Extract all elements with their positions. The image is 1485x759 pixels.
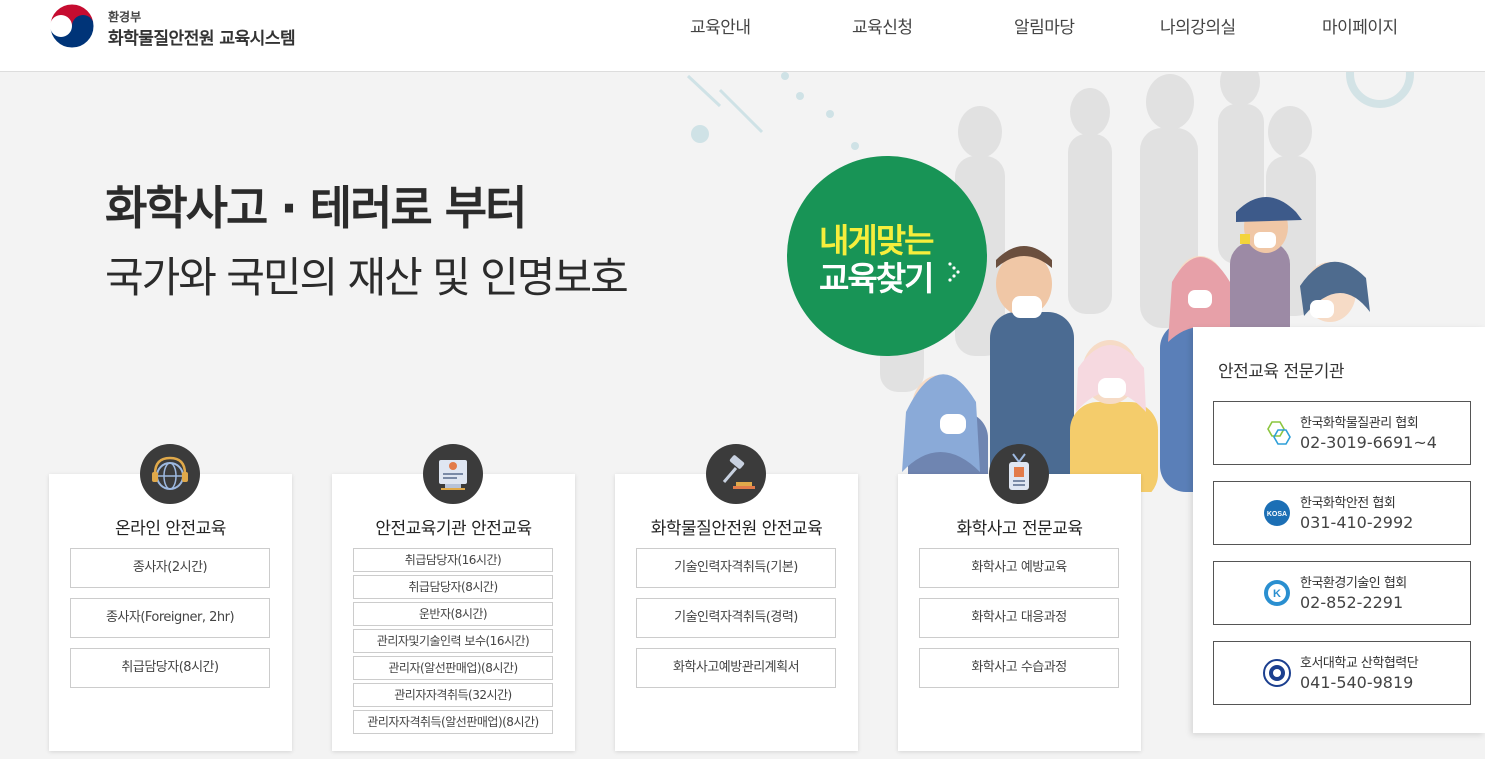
course-button[interactable]: 취급담당자(8시간) <box>353 575 553 599</box>
institution-phone: 041-540-9819 <box>1300 673 1414 692</box>
k-logo-icon: K <box>1262 578 1292 608</box>
course-button[interactable]: 관리자및기술인력 보수(16시간) <box>353 629 553 653</box>
card-institution-education: 안전교육기관 안전교육 취급담당자(16시간) 취급담당자(8시간) 운반자(8… <box>332 444 575 751</box>
find-button-line2: 교육찾기 <box>819 259 934 298</box>
course-button[interactable]: 관리자자격취득(알선판매업)(8시간) <box>353 710 553 734</box>
card-title: 온라인 안전교육 <box>115 519 226 539</box>
institution-link[interactable]: K 한국환경기술인 협회 02-852-2291 <box>1213 561 1471 625</box>
nav-notice[interactable]: 알림마당 <box>1014 13 1075 38</box>
card-title: 화학물질안전원 안전교육 <box>650 519 823 539</box>
institution-link[interactable]: 호서대학교 산학협력단 041-540-9819 <box>1213 641 1471 705</box>
course-button[interactable]: 취급담당자(16시간) <box>353 548 553 572</box>
institution-name: 호서대학교 산학협력단 <box>1300 656 1419 671</box>
card-nics-education: 화학물질안전원 안전교육 기술인력자격취득(기본) 기술인력자격취득(경력) 화… <box>615 444 858 751</box>
institution-phone: 02-3019-6691~4 <box>1300 433 1437 452</box>
header: 환경부 화학물질안전원 교육시스템 교육안내 교육신청 알림마당 나의강의실 마… <box>0 0 1485 72</box>
nav-edu-apply[interactable]: 교육신청 <box>852 13 913 38</box>
institution-name: 한국화학물질관리 협회 <box>1300 416 1419 431</box>
card-title: 안전교육기관 안전교육 <box>375 519 532 539</box>
course-button[interactable]: 운반자(8시간) <box>353 602 553 626</box>
site-logo[interactable]: 환경부 화학물질안전원 교육시스템 <box>48 2 318 52</box>
course-button[interactable]: 기술인력자격취득(기본) <box>636 548 836 588</box>
university-seal-icon <box>1262 658 1292 688</box>
institution-link[interactable]: 한국화학물질관리 협회 02-3019-6691~4 <box>1213 401 1471 465</box>
expert-institutions-panel: 안전교육 전문기관 한국화학물질관리 협회 02-3019-6691~4 KOS… <box>1193 327 1485 733</box>
course-button[interactable]: 종사자(2시간) <box>70 548 270 588</box>
course-button[interactable]: 화학사고 수습과정 <box>919 648 1119 688</box>
panel-title: 안전교육 전문기관 <box>1218 362 1345 382</box>
hero-subheadline: 국가와 국민의 재산 및 인명보호 <box>105 253 629 302</box>
institution-name: 한국화학안전 협회 <box>1300 496 1396 511</box>
find-my-course-button[interactable]: 내게맞는 교육찾기 <box>787 156 987 356</box>
institution-name: 한국환경기술인 협회 <box>1300 576 1407 591</box>
kosa-logo-icon: KOSA <box>1262 498 1292 528</box>
nav-my-page[interactable]: 마이페이지 <box>1322 13 1398 38</box>
course-button[interactable]: 기술인력자격취득(경력) <box>636 598 836 638</box>
course-button[interactable]: 화학사고예방관리계획서 <box>636 648 836 688</box>
course-button[interactable]: 관리자(알선판매업)(8시간) <box>353 656 553 680</box>
ministry-label: 환경부 <box>108 10 142 24</box>
institution-phone: 02-852-2291 <box>1300 593 1404 612</box>
hero-headline: 화학사고 · 테러로 부터 <box>105 181 527 235</box>
id-badge-icon <box>989 444 1049 504</box>
card-accident-expert-education: 화학사고 전문교육 화학사고 예방교육 화학사고 대응과정 화학사고 수습과정 <box>898 444 1141 751</box>
card-online-education: 온라인 안전교육 종사자(2시간) 종사자(Foreigner, 2hr) 취급… <box>49 444 292 751</box>
gavel-icon <box>706 444 766 504</box>
institution-link[interactable]: KOSA 한국화학안전 협회 031-410-2992 <box>1213 481 1471 545</box>
nav-my-classroom[interactable]: 나의강의실 <box>1160 13 1236 38</box>
svg-text:K: K <box>1273 588 1281 600</box>
course-button[interactable]: 화학사고 예방교육 <box>919 548 1119 588</box>
presentation-board-icon <box>423 444 483 504</box>
headset-globe-icon <box>140 444 200 504</box>
institution-phone: 031-410-2992 <box>1300 513 1414 532</box>
nav-edu-guide[interactable]: 교육안내 <box>690 13 751 38</box>
site-title: 화학물질안전원 교육시스템 <box>108 29 296 49</box>
hexagon-logo-icon <box>1262 418 1292 448</box>
course-button[interactable]: 관리자자격취득(32시간) <box>353 683 553 707</box>
svg-text:KOSA: KOSA <box>1267 511 1287 518</box>
card-title: 화학사고 전문교육 <box>956 519 1083 539</box>
course-button[interactable]: 취급담당자(8시간) <box>70 648 270 688</box>
chevron-right-icon <box>947 260 965 289</box>
course-button[interactable]: 종사자(Foreigner, 2hr) <box>70 598 270 638</box>
taegeuk-logo-icon <box>48 2 96 50</box>
course-button[interactable]: 화학사고 대응과정 <box>919 598 1119 638</box>
